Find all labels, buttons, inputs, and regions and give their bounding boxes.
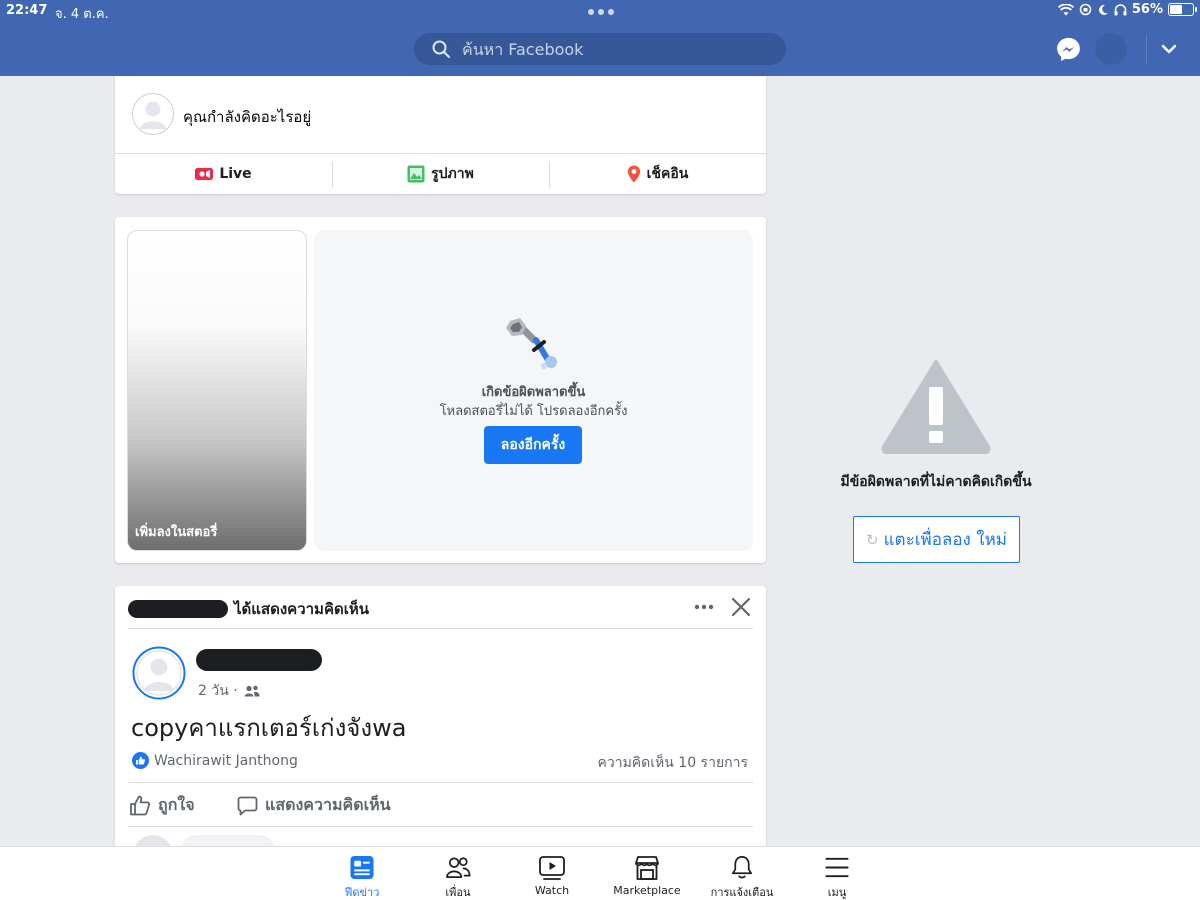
- redacted-name: [128, 600, 228, 618]
- marketplace-icon: [635, 856, 659, 880]
- tab-watch[interactable]: Watch: [504, 847, 600, 900]
- reaction-name: Wachirawit Janthong: [154, 752, 298, 769]
- menu-icon: [825, 857, 849, 878]
- status-date: จ. 4 ต.ค.: [55, 7, 109, 22]
- tab-menu[interactable]: เมนู: [789, 847, 885, 900]
- wrench-tools-icon: [506, 318, 557, 369]
- battery-icon: [1168, 3, 1197, 16]
- post-actions-divider: [128, 782, 753, 783]
- tap-to-retry-label: แตะเพื่อลอง ใหม่: [883, 530, 1007, 550]
- tab-news-feed[interactable]: ฟีดข่าว: [314, 847, 410, 900]
- tab-marketplace-label: Marketplace: [613, 884, 681, 897]
- bell-icon: [732, 856, 752, 879]
- friends-icon: [446, 857, 471, 878]
- battery-percent: 56%: [1131, 2, 1163, 17]
- stories-error-title: เกิดข้อผิดพลาดขึ้น: [481, 385, 586, 400]
- close-icon[interactable]: [730, 596, 752, 618]
- tab-friends[interactable]: เพื่อน: [410, 847, 506, 900]
- stories-error-message: โหลดสตอรี่ไม่ได้ โปรดลองอีกครั้ง: [439, 404, 628, 419]
- status-icons: 56%: [1057, 2, 1197, 17]
- tab-marketplace[interactable]: Marketplace: [599, 847, 695, 900]
- tab-watch-label: Watch: [534, 884, 570, 897]
- more-options-icon[interactable]: [693, 597, 715, 617]
- thumbs-up-icon: [130, 795, 151, 816]
- stories-error-panel: เกิดข้อผิดพลาดขึ้น โหลดสตอรี่ไม่ได้ โปรด…: [314, 230, 753, 551]
- add-to-story-label: เพิ่มลงในสตอรี่: [135, 525, 218, 540]
- like-button[interactable]: ถูกใจ: [129, 793, 195, 818]
- multitasking-dots[interactable]: [588, 9, 614, 15]
- bottom-tab-bar: ฟีดข่าว เพื่อน Watch Marketplace การแจ้ง…: [0, 846, 1200, 900]
- tab-notifications-label: การแจ้งเตือน: [710, 886, 774, 899]
- check-in-button[interactable]: เช็คอิน: [549, 154, 766, 194]
- live-video-button[interactable]: Live: [115, 154, 332, 194]
- post-text: copyคาแรกเตอร์เก่งจังwa: [131, 714, 407, 742]
- redacted-author-name[interactable]: [196, 649, 322, 671]
- comment-icon: [237, 796, 258, 815]
- search-input[interactable]: [462, 39, 762, 59]
- location-pin-icon: [627, 165, 640, 183]
- wifi-icon: [1057, 3, 1074, 15]
- side-error-text: มีข้อผิดพลาดที่ไม่คาดคิดเกิดขึ้น: [840, 474, 1032, 490]
- status-time: 22:47: [6, 3, 48, 18]
- warning-icon: [881, 360, 991, 454]
- news-feed-icon: [350, 855, 374, 880]
- author-avatar[interactable]: [132, 646, 186, 700]
- refresh-icon: ↻: [866, 530, 879, 549]
- tab-friends-label: เพื่อน: [445, 886, 471, 899]
- post-composer: คุณกำลังคิดอะไรอยู่ Live รูปภาพ เช็คอิน: [115, 76, 766, 194]
- watch-icon: [539, 856, 565, 880]
- headphones-icon: [1114, 3, 1127, 15]
- chevron-down-icon[interactable]: [1160, 40, 1178, 58]
- messenger-icon[interactable]: [1055, 36, 1082, 63]
- moon-icon: [1098, 4, 1108, 15]
- comment-button[interactable]: แสดงความคิดเห็น: [237, 793, 391, 818]
- post-activity-header: ได้แสดงความคิดเห็น: [128, 597, 369, 621]
- comment-count[interactable]: ความคิดเห็น 10 รายการ: [597, 752, 748, 774]
- live-label: Live: [219, 166, 252, 182]
- stories-retry-button[interactable]: ลองอีกครั้ง: [484, 426, 582, 464]
- nav-divider: [1146, 34, 1147, 64]
- photo-icon: [407, 165, 425, 183]
- feed-post: ได้แสดงความคิดเห็น 2 วัน · copyคาแรกเตอร…: [115, 586, 766, 875]
- post-meta: 2 วัน ·: [198, 680, 260, 702]
- profile-avatar[interactable]: [1095, 33, 1127, 65]
- like-label: ถูกใจ: [158, 795, 195, 814]
- friends-audience-icon: [244, 685, 260, 697]
- composer-prompt[interactable]: คุณกำลังคิดอะไรอยู่: [183, 105, 311, 129]
- orientation-lock-icon: [1079, 3, 1092, 16]
- tap-to-retry-button[interactable]: ↻ แตะเพื่อลอง ใหม่: [853, 516, 1020, 563]
- search-bar[interactable]: [414, 33, 786, 65]
- like-reaction-icon: [132, 752, 149, 769]
- tab-menu-label: เมนู: [827, 886, 847, 899]
- user-avatar-placeholder[interactable]: [132, 93, 174, 135]
- post-activity-text: ได้แสดงความคิดเห็น: [234, 600, 369, 618]
- check-in-label: เช็คอิน: [646, 166, 689, 182]
- comment-label: แสดงความคิดเห็น: [265, 795, 391, 814]
- comment-section-divider: [128, 826, 753, 827]
- post-header-divider: [128, 628, 753, 629]
- photo-button[interactable]: รูปภาพ: [332, 154, 549, 194]
- live-video-icon: [195, 168, 214, 180]
- post-reactions[interactable]: Wachirawit Janthong: [132, 752, 298, 769]
- add-to-story-tile[interactable]: เพิ่มลงในสตอรี่: [127, 230, 307, 551]
- tab-news-feed-label: ฟีดข่าว: [344, 886, 380, 899]
- post-time[interactable]: 2 วัน ·: [198, 680, 238, 702]
- top-navigation-bar: 22:47 จ. 4 ต.ค. 56%: [0, 0, 1200, 76]
- stories-card: เพิ่มลงในสตอรี่ เกิดข้อผิดพลาดขึ้น โหลดส…: [115, 217, 766, 563]
- photo-label: รูปภาพ: [431, 166, 474, 182]
- search-icon: [432, 40, 450, 58]
- composer-actions: Live รูปภาพ เช็คอิน: [115, 154, 766, 194]
- tab-notifications[interactable]: การแจ้งเตือน: [694, 847, 790, 900]
